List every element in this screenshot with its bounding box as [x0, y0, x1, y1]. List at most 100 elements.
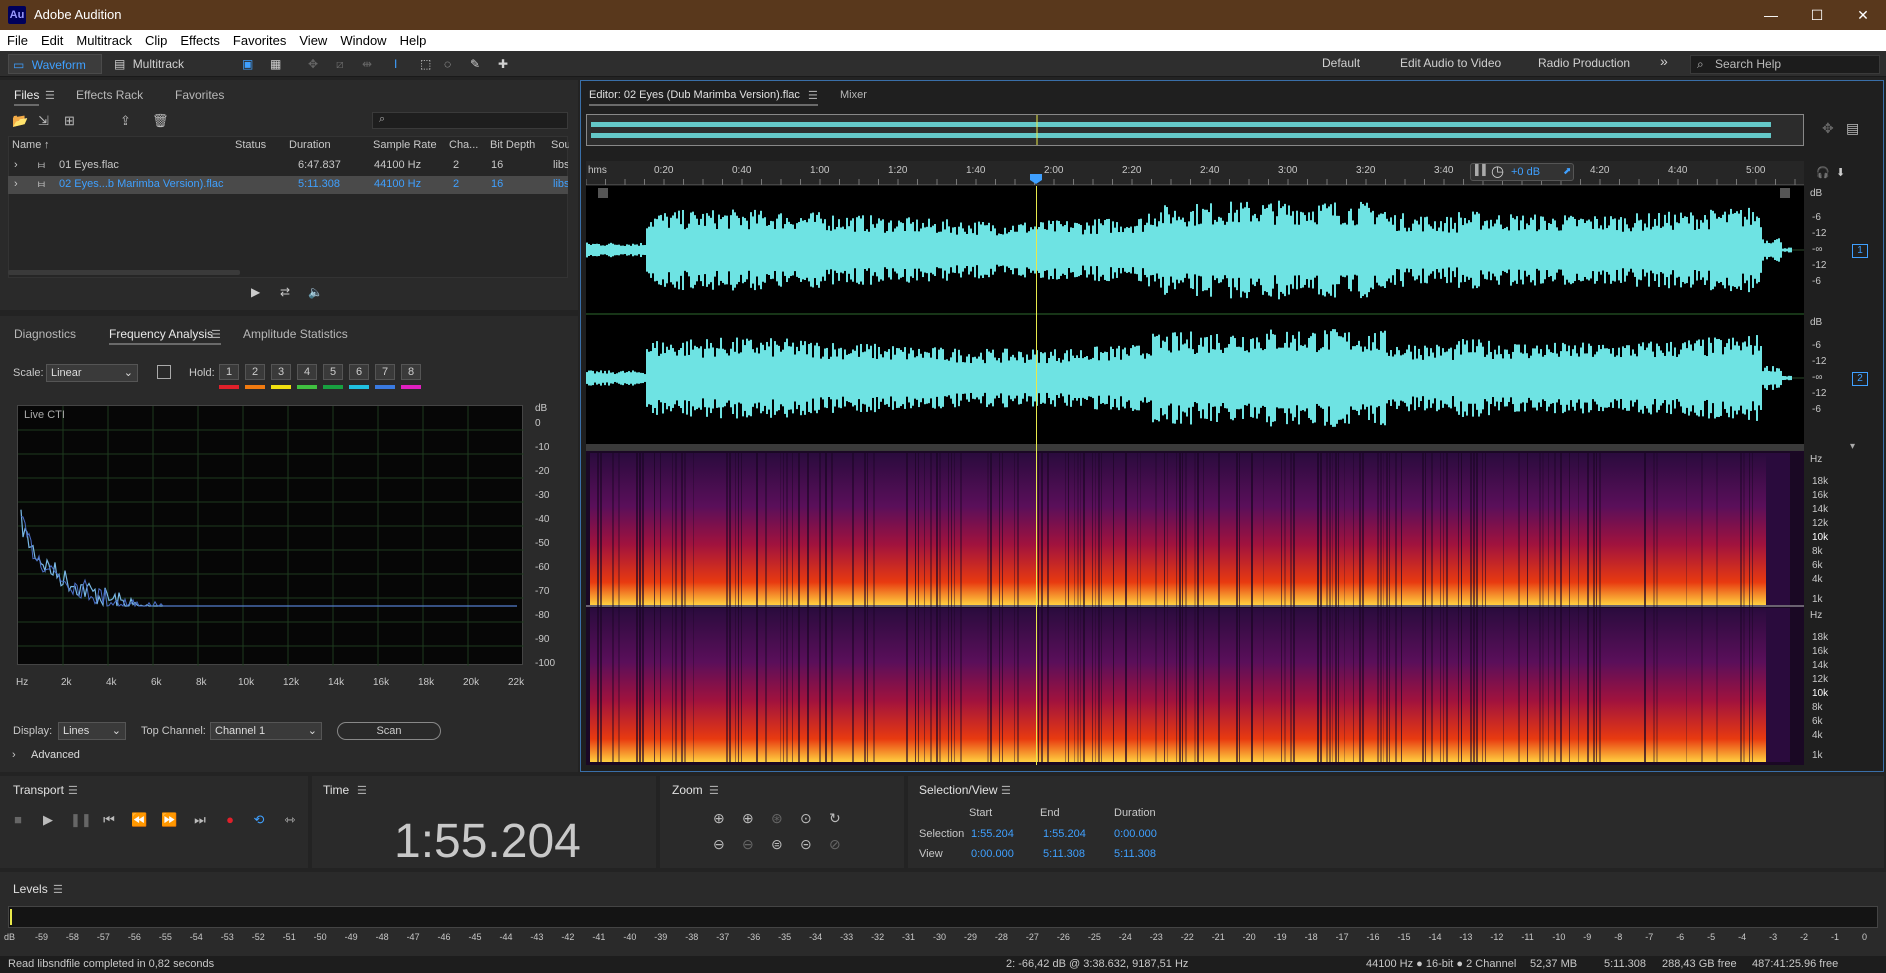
copy-icon[interactable]: [157, 365, 171, 379]
panel-menu-icon[interactable]: ☰: [709, 784, 719, 797]
marker-pin-icon[interactable]: ⬇: [1836, 166, 1845, 179]
multitrack-view-button[interactable]: ▤ Multitrack: [110, 54, 196, 74]
menu-edit[interactable]: Edit: [34, 30, 69, 48]
expand-icon[interactable]: ›: [14, 159, 18, 171]
zoom-in-amplitude-icon[interactable]: ⊕: [713, 810, 725, 827]
panel-menu-icon[interactable]: ☰: [68, 784, 78, 797]
stop-icon[interactable]: ■: [10, 812, 26, 828]
hold-button-2[interactable]: 2: [245, 364, 265, 380]
advanced-label[interactable]: Advanced: [31, 749, 80, 761]
tab-frequency-analysis[interactable]: Frequency Analysis: [109, 323, 221, 345]
zoom-out-time-icon[interactable]: ⊖: [742, 836, 754, 853]
marquee-tool-icon[interactable]: ⬚: [420, 54, 431, 74]
advanced-expand-icon[interactable]: ›: [12, 749, 16, 761]
search-help-input[interactable]: ⌕ Search Help: [1690, 55, 1880, 74]
hold-button-8[interactable]: 8: [401, 364, 421, 380]
play-icon[interactable]: ▶: [40, 812, 56, 828]
hold-button-4[interactable]: 4: [297, 364, 317, 380]
loop-playback-icon[interactable]: ⟲: [251, 812, 267, 828]
autoplay-icon[interactable]: 🔈: [308, 285, 323, 299]
menu-multitrack[interactable]: Multitrack: [69, 30, 138, 48]
expand-icon[interactable]: ›: [14, 178, 18, 190]
zoom-in-time-icon[interactable]: ⊕: [742, 810, 754, 827]
fade-out-handle[interactable]: [1780, 188, 1790, 198]
spot-healing-icon[interactable]: ✚: [498, 54, 508, 74]
play-preview-icon[interactable]: ▶: [251, 285, 260, 299]
view-start[interactable]: 0:00.000: [971, 848, 1014, 860]
waveform-display[interactable]: [586, 186, 1804, 444]
zoom-out-full-icon[interactable]: ⊘: [829, 836, 841, 853]
display-dropdown[interactable]: Lines ⌄: [58, 722, 126, 740]
column-sample-rate[interactable]: Sample Rate: [373, 139, 437, 151]
scan-button[interactable]: Scan: [337, 722, 441, 740]
razor-tool-icon[interactable]: ⧄: [336, 54, 344, 74]
workspace-radio-production[interactable]: Radio Production: [1538, 56, 1630, 70]
close-button[interactable]: ✕: [1840, 0, 1886, 30]
fast-forward-icon[interactable]: ⏩: [161, 812, 177, 828]
volume-hud[interactable]: ▌▌ ◷ +0 dB ⬈: [1470, 163, 1574, 181]
pause-icon[interactable]: ❚❚: [70, 812, 92, 828]
skip-forward-icon[interactable]: ⏭: [192, 812, 208, 828]
panel-menu-icon[interactable]: ☰: [211, 328, 221, 341]
tab-amplitude-statistics[interactable]: Amplitude Statistics: [243, 323, 348, 345]
zoom-out-point-icon[interactable]: ⊝: [800, 836, 812, 853]
tab-editor[interactable]: Editor: 02 Eyes (Dub Marimba Version).fl…: [589, 84, 818, 106]
tab-effects-rack[interactable]: Effects Rack: [76, 84, 143, 106]
channel-1-button[interactable]: 1: [1852, 244, 1868, 258]
panel-menu-icon[interactable]: ☰: [357, 784, 367, 797]
brush-tool-icon[interactable]: ✎: [470, 54, 480, 74]
overview-bar[interactable]: [586, 114, 1804, 146]
hold-button-3[interactable]: 3: [271, 364, 291, 380]
horizontal-scrollbar[interactable]: [8, 270, 240, 275]
fade-in-handle[interactable]: [598, 188, 608, 198]
panel-menu-icon[interactable]: ☰: [45, 89, 55, 102]
overview-options-icon[interactable]: ▤: [1846, 120, 1859, 137]
menu-help[interactable]: Help: [393, 30, 433, 48]
insert-multitrack-icon[interactable]: ⇪: [120, 113, 131, 129]
column-name[interactable]: Name: [12, 139, 41, 151]
time-selection-tool-icon[interactable]: I: [394, 54, 397, 74]
rewind-icon[interactable]: ⏪: [131, 812, 147, 828]
spectral-pitch-icon[interactable]: ▦: [270, 54, 281, 74]
selection-end[interactable]: 1:55.204: [1043, 828, 1086, 840]
more-workspaces-button[interactable]: »: [1660, 53, 1668, 69]
menu-file[interactable]: File: [0, 30, 34, 48]
panel-menu-icon[interactable]: ☰: [1001, 784, 1011, 797]
top-channel-dropdown[interactable]: Channel 1 ⌄: [210, 722, 322, 740]
menu-clip[interactable]: Clip: [138, 30, 173, 48]
workspace-edit-audio-video[interactable]: Edit Audio to Video: [1400, 56, 1501, 70]
zoom-in-point-icon[interactable]: ⊜: [771, 836, 783, 853]
hold-button-6[interactable]: 6: [349, 364, 369, 380]
menu-window[interactable]: Window: [333, 30, 392, 48]
headphones-icon[interactable]: 🎧: [1816, 166, 1830, 179]
skip-back-icon[interactable]: ⏮: [101, 812, 117, 828]
selection-duration[interactable]: 0:00.000: [1114, 828, 1157, 840]
column-status[interactable]: Status: [235, 139, 266, 151]
selection-start[interactable]: 1:55.204: [971, 828, 1014, 840]
open-file-icon[interactable]: 📂: [12, 113, 28, 129]
playhead[interactable]: [1036, 186, 1037, 765]
collapse-icon[interactable]: ▾: [1850, 441, 1855, 452]
skip-selection-icon[interactable]: ⇿: [282, 812, 298, 828]
table-row[interactable]: › ⧦ 01 Eyes.flac 6:47.837 44100 Hz 2 16 …: [8, 157, 568, 175]
slip-tool-icon[interactable]: ⇹: [362, 54, 372, 74]
zoom-nav-icon[interactable]: ✥: [1822, 120, 1834, 137]
zoom-full-icon[interactable]: ⊙: [800, 810, 812, 827]
lasso-tool-icon[interactable]: ◌: [444, 54, 451, 74]
volume-knob-icon[interactable]: ◷: [1491, 162, 1504, 180]
workspace-default[interactable]: Default: [1322, 56, 1360, 70]
maximize-button[interactable]: ☐: [1794, 0, 1840, 30]
column-bit-depth[interactable]: Bit Depth: [490, 139, 535, 151]
zoom-selection-icon[interactable]: ⊛: [771, 810, 783, 827]
minimize-button[interactable]: —: [1748, 0, 1794, 30]
hold-button-7[interactable]: 7: [375, 364, 395, 380]
table-row[interactable]: › ⧦ 02 Eyes...b Marimba Version).flac 5:…: [8, 176, 568, 194]
column-source[interactable]: Sou: [551, 139, 569, 151]
panel-menu-icon[interactable]: ☰: [808, 89, 818, 102]
column-duration[interactable]: Duration: [289, 139, 331, 151]
record-icon[interactable]: ●: [222, 812, 238, 828]
loop-preview-icon[interactable]: ⇄: [280, 285, 290, 299]
menu-favorites[interactable]: Favorites: [226, 30, 292, 48]
pin-icon[interactable]: ⬈: [1563, 166, 1571, 177]
waveform-view-button[interactable]: ▭ Waveform: [8, 54, 102, 74]
